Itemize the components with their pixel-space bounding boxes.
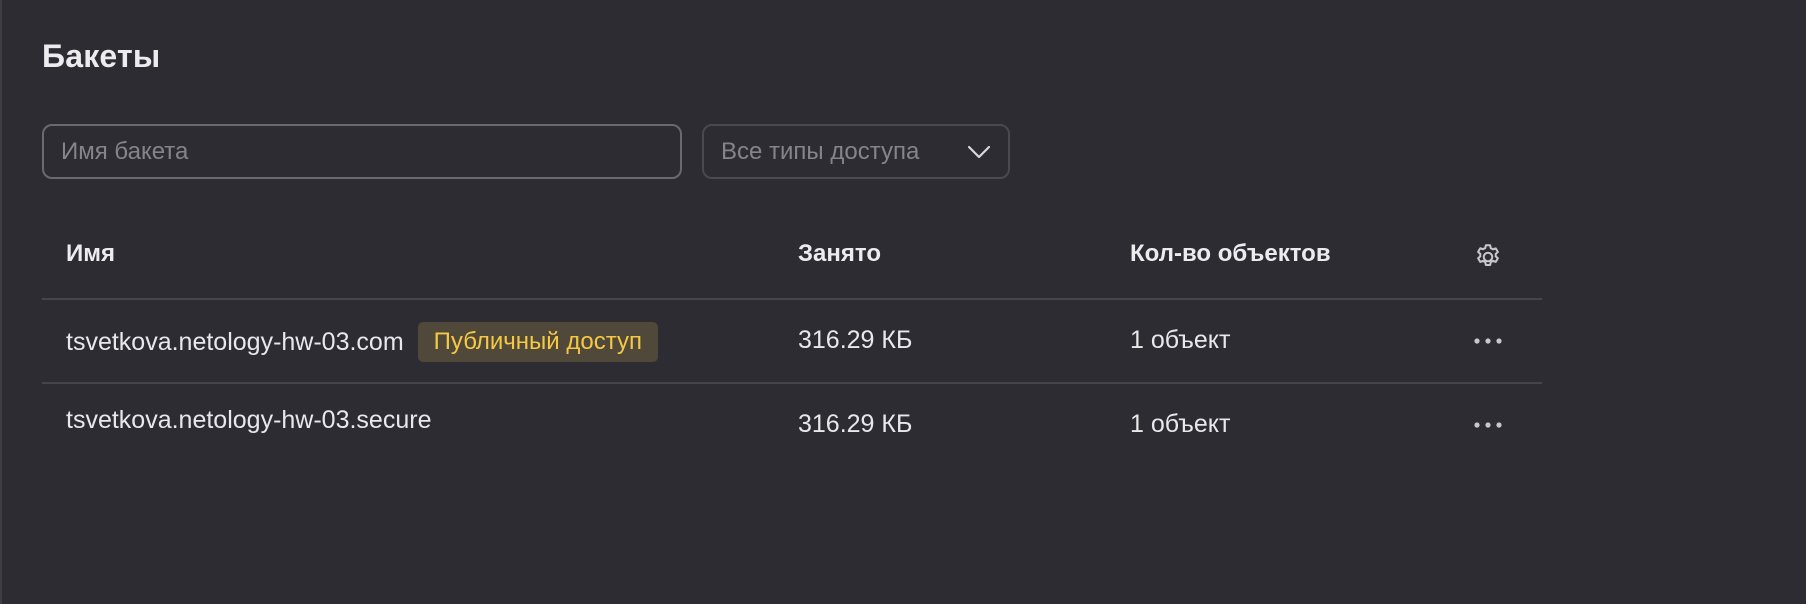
column-header-object-count[interactable]: Кол-во объектов: [1130, 240, 1331, 268]
page-title: Бакеты: [42, 38, 161, 74]
bucket-name-cell: tsvetkova.netology-hw-03.secure: [66, 406, 431, 435]
table-header-row: Имя Занято Кол-во объектов: [42, 222, 1542, 300]
row-actions-button[interactable]: [1472, 325, 1504, 357]
table-settings-button[interactable]: [1472, 243, 1504, 275]
table-row[interactable]: tsvetkova.netology-hw-03.com Публичный д…: [42, 300, 1542, 384]
gear-icon: [1473, 242, 1503, 277]
more-horizontal-icon: [1473, 416, 1503, 434]
panel-left-border: [0, 0, 2, 604]
bucket-name-link[interactable]: tsvetkova.netology-hw-03.com: [66, 328, 404, 357]
access-type-select-value: Все типы доступа: [721, 137, 920, 165]
public-access-badge: Публичный доступ: [417, 322, 658, 362]
bucket-name-search-input[interactable]: [42, 124, 682, 179]
bucket-name-cell: tsvetkova.netology-hw-03.com Публичный д…: [66, 322, 658, 362]
chevron-down-icon: [966, 139, 992, 165]
bucket-size: 316.29 КБ: [798, 410, 913, 438]
bucket-object-count: 1 объект: [1130, 410, 1231, 438]
bucket-name-link[interactable]: tsvetkova.netology-hw-03.secure: [66, 406, 431, 435]
column-header-size[interactable]: Занято: [798, 240, 881, 268]
table-row[interactable]: tsvetkova.netology-hw-03.secure 316.29 К…: [42, 384, 1542, 466]
bucket-size: 316.29 КБ: [798, 326, 913, 354]
buckets-table: Имя Занято Кол-во объектов tsvetkova.net…: [42, 222, 1542, 466]
row-actions-button[interactable]: [1472, 409, 1504, 441]
bucket-object-count: 1 объект: [1130, 326, 1231, 354]
column-header-name[interactable]: Имя: [66, 240, 115, 268]
access-type-select[interactable]: Все типы доступа: [702, 124, 1010, 179]
more-horizontal-icon: [1473, 332, 1503, 350]
